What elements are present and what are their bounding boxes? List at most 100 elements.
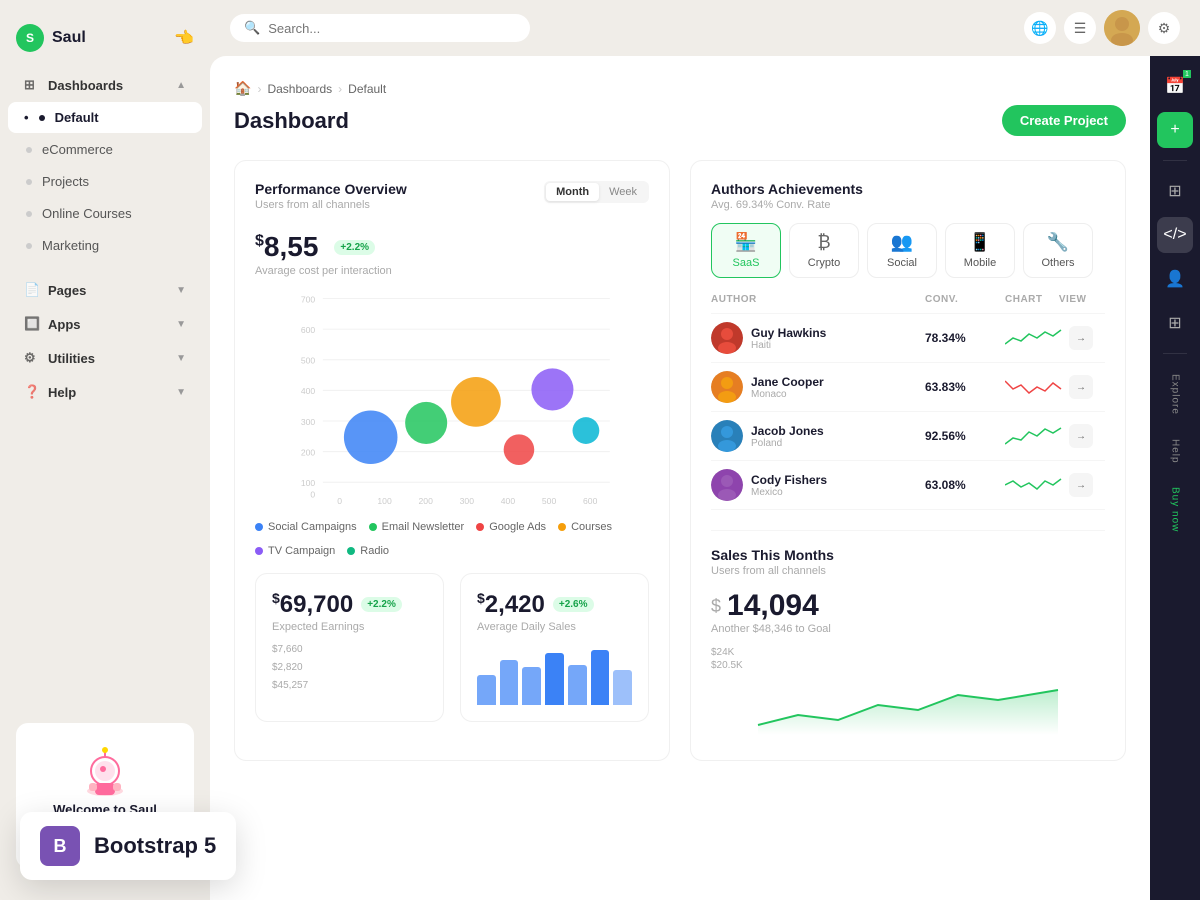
nav-dot-projects (26, 179, 32, 185)
notification-btn[interactable]: 🌐 (1024, 12, 1056, 44)
rp-help-label[interactable]: Help (1170, 431, 1181, 472)
home-icon[interactable]: 🏠 (234, 80, 251, 97)
tab-others[interactable]: 🔧 Others (1023, 223, 1093, 278)
rp-divider-1 (1163, 160, 1187, 161)
view-btn-3[interactable]: → (1069, 473, 1093, 497)
chevron-icon: ▼ (176, 353, 186, 364)
rp-code-icon[interactable]: </> (1157, 217, 1193, 253)
metric-value: $8,55 (255, 231, 318, 263)
sidebar-item-online-courses[interactable]: Online Courses (8, 198, 202, 229)
author-avatar-1 (711, 371, 743, 403)
create-project-button[interactable]: Create Project (1002, 105, 1126, 136)
sidebar-item-dashboards[interactable]: ⊞ Dashboards ▲ (8, 69, 202, 101)
tab-others-label: Others (1041, 257, 1074, 269)
bootstrap-icon: B (40, 826, 80, 866)
search-icon: 🔍 (244, 20, 260, 36)
view-btn-1[interactable]: → (1069, 375, 1093, 399)
user-avatar[interactable] (1104, 10, 1140, 46)
conv-rate-2: 92.56% (925, 429, 1005, 443)
mobile-icon: 📱 (969, 232, 991, 253)
breadcrumb-default[interactable]: Default (348, 82, 386, 96)
apps-icon: 🔲 (24, 316, 40, 332)
view-btn-2[interactable]: → (1069, 424, 1093, 448)
svg-text:600: 600 (301, 325, 316, 335)
conv-rate-0: 78.34% (925, 331, 1005, 345)
tab-mobile[interactable]: 📱 Mobile (945, 223, 1015, 278)
authors-subtitle: Avg. 69.34% Conv. Rate (711, 199, 1105, 211)
legend-courses: Courses (558, 521, 612, 533)
author-row-3: Cody Fishers Mexico 63.08% → (711, 461, 1105, 510)
rp-divider-2 (1163, 353, 1187, 354)
author-name-1: Jane Cooper (751, 375, 824, 389)
rp-explore-label[interactable]: Explore (1170, 366, 1181, 423)
author-country-2: Poland (751, 438, 824, 449)
sidebar: S Saul 👈 ⊞ Dashboards ▲ Default eCommerc… (0, 0, 210, 900)
sidebar-item-ecommerce[interactable]: eCommerce (8, 134, 202, 165)
content-area: 🏠 › Dashboards › Default Dashboard Creat… (210, 56, 1200, 900)
svg-text:200: 200 (419, 496, 434, 506)
daily-sales-stat: $2,420 +2.6% Average Daily Sales (460, 573, 649, 722)
search-input[interactable] (268, 21, 516, 36)
legend-google: Google Ads (476, 521, 546, 533)
sidebar-item-apps[interactable]: 🔲 Apps ▼ (8, 308, 202, 340)
back-icon[interactable]: 👈 (174, 28, 194, 48)
tab-social[interactable]: 👥 Social (867, 223, 937, 278)
sidebar-item-label: Online Courses (42, 206, 132, 221)
settings-btn[interactable]: ⚙ (1148, 12, 1180, 44)
sidebar-item-default[interactable]: Default (8, 102, 202, 133)
chart-mini-3: → (1005, 473, 1105, 497)
metric-badge: +2.2% (334, 240, 375, 255)
bootstrap-overlay: B Bootstrap 5 (20, 812, 236, 880)
sidebar-item-projects[interactable]: Projects (8, 166, 202, 197)
sales-subtitle: Users from all channels (711, 565, 1105, 577)
saas-icon: 🏪 (735, 232, 757, 253)
author-avatar-0 (711, 322, 743, 354)
rp-user-icon[interactable]: 👤 (1157, 261, 1193, 297)
view-btn-0[interactable]: → (1069, 326, 1093, 350)
chart-mini-2: → (1005, 424, 1105, 448)
help-icon: ❓ (24, 384, 40, 400)
svg-text:500: 500 (542, 496, 557, 506)
author-row-1: Jane Cooper Monaco 63.83% → (711, 363, 1105, 412)
sales-label-205k: $20.5K (711, 660, 1105, 671)
sidebar-item-help[interactable]: ❓ Help ▼ (8, 376, 202, 408)
chart-mini-1: → (1005, 375, 1105, 399)
author-country-1: Monaco (751, 389, 824, 400)
search-box[interactable]: 🔍 (230, 14, 530, 42)
dashboard-grid: Performance Overview Users from all chan… (234, 160, 1126, 761)
earnings-label: Expected Earnings (272, 621, 427, 633)
author-country-0: Haiti (751, 340, 826, 351)
sidebar-item-utilities[interactable]: ⚙ Utilities ▼ (8, 342, 202, 374)
rp-grid-icon[interactable]: ⊞ (1157, 173, 1193, 209)
tab-crypto[interactable]: ₿ Crypto (789, 223, 859, 278)
breadcrumb-dashboards[interactable]: Dashboards (267, 82, 332, 96)
chart-mini-0: → (1005, 326, 1105, 350)
menu-btn[interactable]: ☰ (1064, 12, 1096, 44)
metric-label: Avarage cost per interaction (255, 265, 649, 277)
svg-text:100: 100 (377, 496, 392, 506)
pages-icon: 📄 (24, 282, 40, 298)
performance-card: Performance Overview Users from all chan… (234, 160, 670, 761)
author-row-2: Jacob Jones Poland 92.56% → (711, 412, 1105, 461)
sidebar-item-label: Default (55, 110, 99, 125)
week-toggle[interactable]: Week (599, 183, 647, 201)
nav-dot-courses (26, 211, 32, 217)
sidebar-item-label: Pages (48, 283, 86, 298)
sidebar-item-marketing[interactable]: Marketing (8, 230, 202, 261)
rp-calendar-icon[interactable]: 📅 1 (1157, 68, 1193, 104)
rp-buynow-label[interactable]: Buy now (1170, 479, 1181, 540)
svg-text:300: 300 (460, 496, 475, 506)
perf-title: Performance Overview (255, 181, 407, 197)
bar-chart (477, 645, 632, 705)
month-toggle[interactable]: Month (546, 183, 599, 201)
nav-dashboards[interactable]: ⊞ Dashboards ▲ Default eCommerce Project… (0, 68, 210, 262)
author-name-0: Guy Hawkins (751, 326, 826, 340)
tab-saas[interactable]: 🏪 SaaS (711, 223, 781, 278)
rp-add-icon[interactable]: + (1157, 112, 1193, 148)
earnings-stat: $69,700 +2.2% Expected Earnings $7,660 $… (255, 573, 444, 722)
svg-text:0: 0 (310, 490, 315, 500)
rp-grid2-icon[interactable]: ⊞ (1157, 305, 1193, 341)
author-info-2: Jacob Jones Poland (711, 420, 925, 452)
sidebar-item-label: Help (48, 385, 76, 400)
sidebar-item-pages[interactable]: 📄 Pages ▼ (8, 274, 202, 306)
